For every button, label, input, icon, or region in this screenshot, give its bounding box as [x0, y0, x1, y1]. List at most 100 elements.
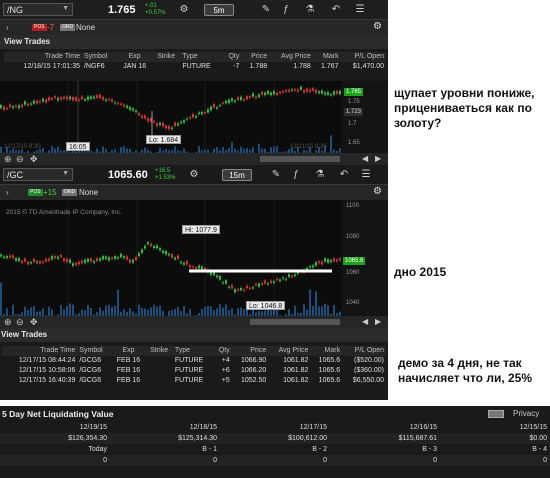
ng-trades-header-cell[interactable]: Qty: [222, 52, 242, 62]
table-row[interactable]: 12/17/15 08:44:24/GCG6 FEB 16 FUTURE +4 1066…: [2, 356, 386, 366]
gc-trades-cell: FEB 16: [116, 357, 141, 364]
scroll-thumb[interactable]: [260, 156, 340, 162]
gc-trades-header-cell[interactable]: Trade Time: [2, 346, 78, 356]
gc-candle: [177, 255, 179, 259]
gc-volume-bar: [231, 308, 233, 316]
gear-icon[interactable]: ⚙: [373, 186, 382, 197]
gc-candle: [261, 283, 263, 285]
gc-trades-cell: /GCG6: [79, 367, 102, 374]
ng-candle: [270, 92, 272, 96]
settings-icon[interactable]: ☰: [360, 169, 372, 181]
ng-candle: [135, 110, 137, 113]
ng-symbol-input[interactable]: /NG ▼: [3, 3, 73, 16]
gc-trades-cell: 12/17/15 10:58:06: [18, 367, 76, 374]
ng-trades-header-cell[interactable]: Exp: [117, 52, 153, 62]
ng-trades-header-cell[interactable]: Symbol: [82, 52, 118, 62]
ng-trades-header-cell[interactable]: Trade Time: [4, 52, 82, 62]
style-icon[interactable]: ⚙: [178, 4, 190, 16]
gc-trades-header-cell[interactable]: Symbol: [77, 346, 112, 356]
gc-trades-header-cell[interactable]: Avg Price: [268, 346, 311, 356]
ng-candle: [198, 112, 200, 114]
table-row[interactable]: 12/17/15 16:40:39/GCG6 FEB 16 FUTURE +5 1052…: [2, 376, 386, 386]
gc-symbol-input[interactable]: /GC ▼: [3, 168, 73, 181]
ng-candle: [192, 113, 194, 118]
ng-trades-header-cell[interactable]: Strike: [152, 52, 181, 62]
ng-trades-header-cell[interactable]: P/L Open: [340, 52, 386, 62]
ng-time-callout: 16:05: [66, 142, 90, 151]
expand-icon[interactable]: ›: [6, 23, 9, 32]
scroll-right-icon[interactable]: ▶: [375, 317, 381, 326]
style-icon[interactable]: ⚙: [188, 169, 200, 181]
scroll-left-icon[interactable]: ◀: [362, 317, 368, 326]
gc-candle: [156, 245, 158, 249]
zoom-icon[interactable]: ⊕: [4, 154, 12, 165]
ng-trades-header-cell[interactable]: Price: [241, 52, 270, 62]
gear-icon[interactable]: ⚙: [373, 21, 382, 32]
gc-candle: [57, 256, 59, 259]
gc-trades-header-cell[interactable]: Price: [231, 346, 269, 356]
ng-candle: [201, 112, 203, 115]
gc-candle: [336, 259, 338, 262]
gc-trades-header-cell[interactable]: Type: [172, 346, 214, 356]
gc-trades-cell: 1061.82: [283, 367, 309, 374]
table-row[interactable]: 12/18/15 17:01:35/NGF6 JAN 16 FUTURE -7 1.78…: [4, 62, 386, 72]
zoom-out-icon[interactable]: ⊖: [16, 154, 24, 165]
ng-trades-cell: -7: [233, 63, 240, 70]
ng-change: +.01: [145, 3, 157, 9]
ng-timeframe-button[interactable]: 5m: [204, 4, 234, 16]
ng-candle: [84, 99, 86, 101]
expand-icon[interactable]: ›: [6, 188, 9, 197]
gc-trades-header-cell[interactable]: Mark: [310, 346, 343, 356]
settings-icon[interactable]: ☰: [354, 4, 366, 16]
ng-candle: [174, 122, 176, 126]
scroll-right-icon[interactable]: ▶: [375, 154, 381, 163]
gc-volume-bar: [216, 308, 218, 316]
drawing-icon[interactable]: ✎: [270, 169, 282, 181]
ng-trades-header-cell[interactable]: Mark: [312, 52, 341, 62]
ng-trades-header-cell[interactable]: Type: [180, 52, 223, 62]
ng-candle: [129, 107, 131, 110]
gc-trades-header-cell[interactable]: Qty: [213, 346, 232, 356]
gc-trades-header-cell[interactable]: Exp: [111, 346, 146, 356]
ng-candle: [24, 101, 26, 105]
ng-candle: [111, 99, 113, 102]
gc-trades-header-cell[interactable]: Strike: [145, 346, 173, 356]
gc-volume-bar: [318, 306, 320, 316]
ng-candle: [75, 97, 77, 101]
ng-candle: [60, 97, 62, 100]
pan-icon[interactable]: ✥: [30, 317, 38, 328]
gc-volume-bar: [327, 305, 329, 316]
ng-candle: [165, 125, 167, 129]
studies-icon[interactable]: ƒ: [290, 169, 302, 181]
ng-chart-scrollbar[interactable]: ⊕ ⊖ ✥ ◀ ▶: [0, 153, 388, 165]
zoom-icon[interactable]: ⊕: [4, 317, 12, 328]
ng-candle: [249, 95, 251, 98]
gc-timeframe-button[interactable]: 15m: [222, 169, 252, 181]
ng-candle: [120, 103, 122, 105]
undo-icon[interactable]: ↶: [330, 4, 342, 16]
scroll-thumb[interactable]: [250, 319, 340, 325]
ng-candle: [321, 90, 323, 94]
gc-volume-bar: [72, 304, 74, 316]
ng-trades-header-cell[interactable]: Avg Price: [269, 52, 313, 62]
ng-ord-value: None: [76, 23, 96, 32]
scroll-left-icon[interactable]: ◀: [362, 154, 368, 163]
gc-candle: [27, 261, 29, 265]
pan-icon[interactable]: ✥: [30, 154, 38, 165]
gc-candle: [99, 258, 101, 261]
ng-candle: [90, 96, 92, 99]
flask-icon[interactable]: ⚗: [314, 169, 326, 181]
table-row[interactable]: 12/17/15 10:58:06/GCG6 FEB 16 FUTURE +6 1066…: [2, 366, 386, 376]
gc-volume-bar: [222, 307, 224, 316]
flask-icon[interactable]: ⚗: [304, 4, 316, 16]
gc-chart-scrollbar[interactable]: ⊕ ⊖ ✥ ◀ ▶: [0, 316, 388, 328]
gc-chart[interactable]: 2015 © TD Ameritrade IP Company, Inc. 11…: [0, 200, 388, 316]
zoom-out-icon[interactable]: ⊖: [16, 317, 24, 328]
drawing-icon[interactable]: ✎: [260, 4, 272, 16]
studies-icon[interactable]: ƒ: [280, 4, 292, 16]
ng-chart[interactable]: 1.765 1.723 1.75 1.7 1.65 Lo: 1.684 16:0…: [0, 81, 388, 153]
privacy-toggle[interactable]: [488, 410, 504, 418]
undo-icon[interactable]: ↶: [338, 169, 350, 181]
gc-volume-bar: [303, 304, 305, 316]
gc-trades-header-cell[interactable]: P/L Open: [342, 346, 386, 356]
